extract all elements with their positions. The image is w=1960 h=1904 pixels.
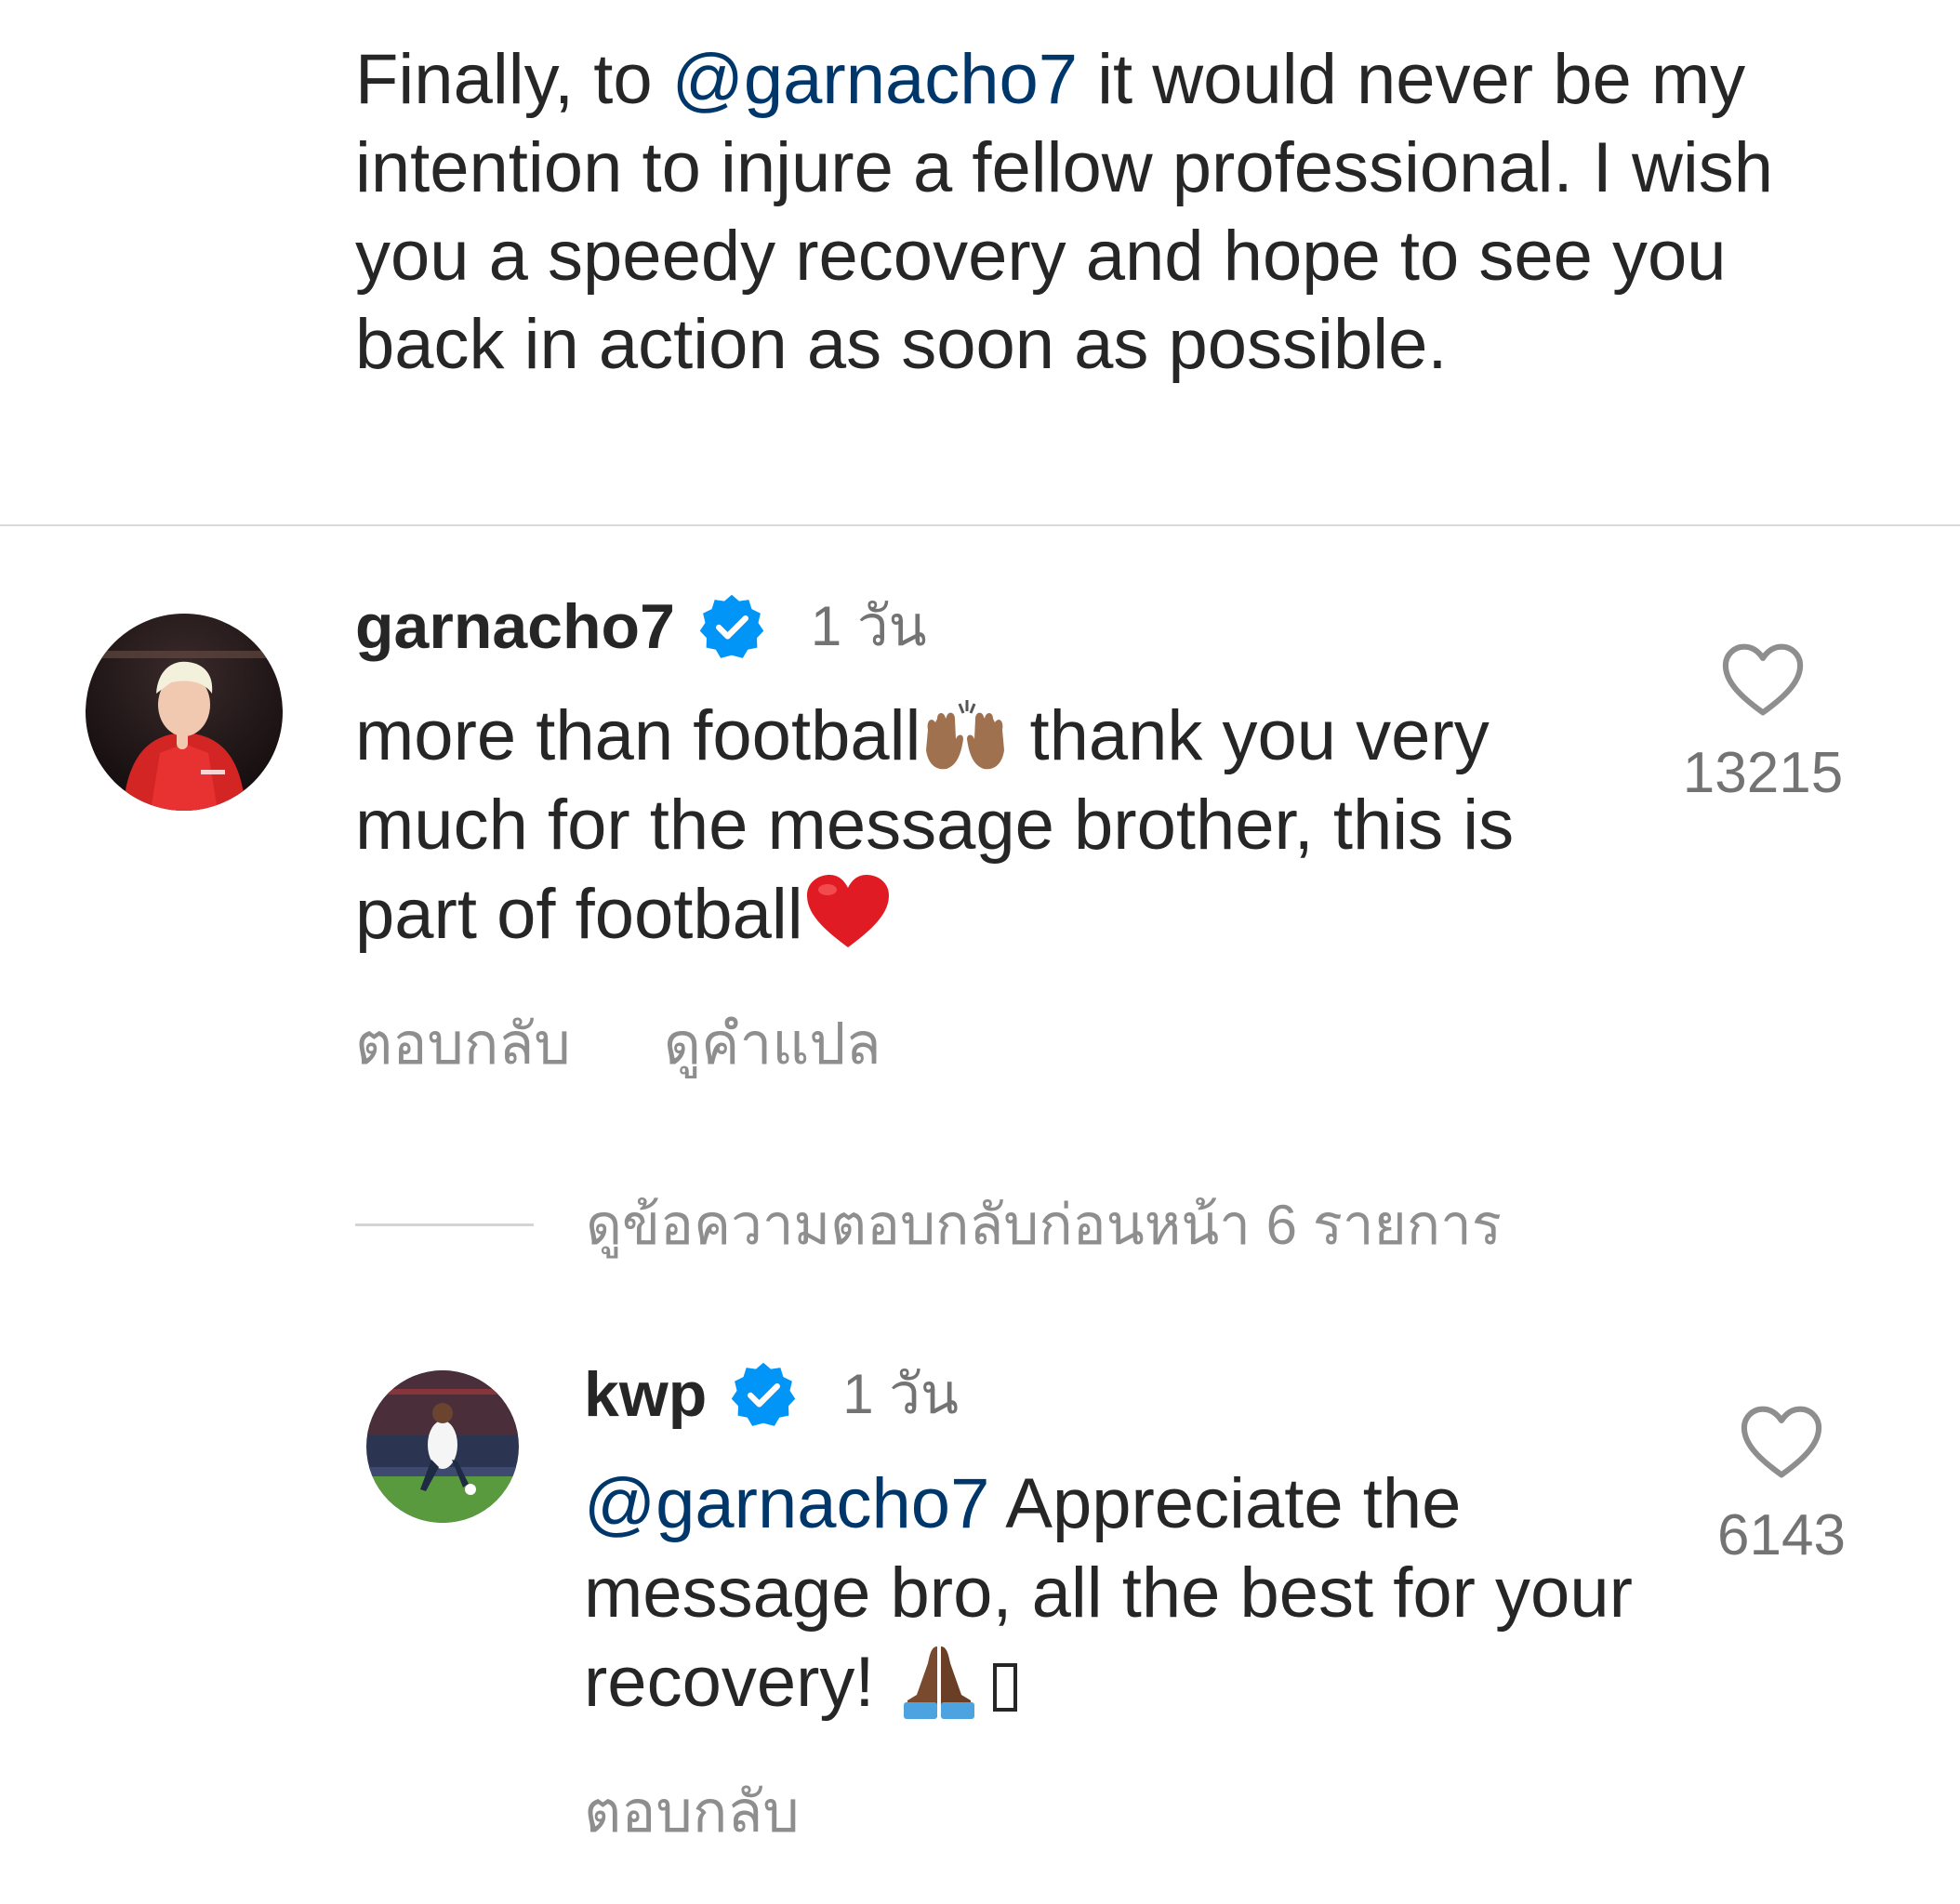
reply-button[interactable]: ตอบกลับ xyxy=(355,998,571,1090)
reply-button[interactable]: ตอบกลับ xyxy=(584,1766,800,1858)
caption-mention-link[interactable]: @garnacho7 xyxy=(672,40,1078,119)
like-column: 6143 xyxy=(1679,1404,1884,1568)
folded-hands-icon xyxy=(894,1641,984,1719)
username-garnacho7[interactable]: garnacho7 xyxy=(355,590,675,663)
comment-text-part: more than football xyxy=(355,696,921,775)
comment-header: garnacho7 1 วัน xyxy=(355,582,927,670)
replies-divider-line xyxy=(355,1223,534,1226)
comment-text-garnacho7: more than football thank you very much f… xyxy=(355,692,1638,959)
comment-actions: ตอบกลับ xyxy=(584,1766,800,1858)
comment-text-kwp: @garnacho7 Appreciate the message bro, a… xyxy=(584,1460,1635,1727)
heart-like-icon[interactable] xyxy=(1719,641,1807,720)
view-previous-replies[interactable]: ดูข้อความตอบกลับก่อนหน้า 6 รายการ xyxy=(355,1181,1502,1269)
red-heart-icon xyxy=(803,873,893,951)
comment-mention-link[interactable]: @garnacho7 xyxy=(584,1464,989,1543)
avatar-kwp[interactable] xyxy=(366,1370,519,1523)
missing-glyph-icon xyxy=(992,1663,1017,1712)
comment-time: 1 วัน xyxy=(842,1363,959,1425)
avatar-garnacho7[interactable] xyxy=(86,614,283,811)
like-column: 13215 xyxy=(1661,641,1865,806)
username-kwp[interactable]: kwp xyxy=(584,1358,707,1431)
post-caption: Finally, to @garnacho7 it would never be… xyxy=(355,35,1880,389)
see-translation-button[interactable]: ดูคำแปล xyxy=(664,998,881,1090)
comment-time: 1 วัน xyxy=(810,595,927,657)
view-previous-replies-label[interactable]: ดูข้อความตอบกลับก่อนหน้า 6 รายการ xyxy=(586,1181,1502,1269)
heart-like-icon[interactable] xyxy=(1738,1404,1825,1482)
comment-actions: ตอบกลับ ดูคำแปล xyxy=(355,998,881,1090)
caption-divider xyxy=(0,524,1960,526)
like-count: 6143 xyxy=(1717,1503,1846,1567)
comment-header: kwp 1 วัน xyxy=(584,1350,959,1438)
verified-badge-icon xyxy=(697,592,766,661)
caption-prefix: Finally, to xyxy=(355,40,672,119)
verified-badge-icon xyxy=(729,1360,798,1429)
like-count: 13215 xyxy=(1682,741,1844,805)
raising-hands-icon xyxy=(920,698,1010,773)
